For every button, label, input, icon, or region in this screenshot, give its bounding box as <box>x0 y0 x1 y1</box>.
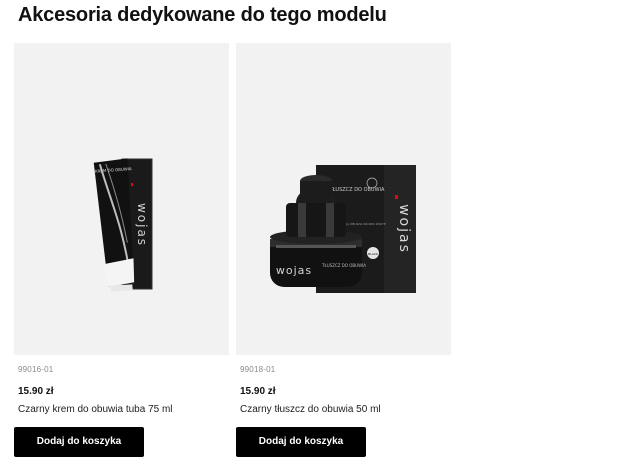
box-brand-logo: wojas <box>396 204 412 254</box>
section-title: Akcesoria dedykowane do tego modelu <box>18 4 387 26</box>
product-name[interactable]: Czarny tłuszcz do obuwia 50 ml <box>240 404 381 415</box>
product-image-link[interactable]: wojas KREM DO OBUWIA <box>14 43 229 355</box>
color-badge: BLACK <box>368 252 379 256</box>
product-image: wojas KREM DO OBUWIA <box>93 158 153 292</box>
product-price: 15.90 zł <box>18 386 54 397</box>
box-title: TŁUSZCZ DO OBUWIA <box>329 187 385 193</box>
product-sku: 99016-01 <box>18 365 54 374</box>
add-to-cart-button[interactable]: Dodaj do koszyka <box>236 427 366 457</box>
jar-label: TŁUSZCZ DO OBUWIA <box>321 263 366 268</box>
product-price: 15.90 zł <box>240 386 276 397</box>
product-sku: 99018-01 <box>240 365 276 374</box>
box-brand-logo: wojas <box>135 203 149 247</box>
product-name[interactable]: Czarny krem do obuwia tuba 75 ml <box>18 404 173 415</box>
add-to-cart-label: Dodaj do koszyka <box>36 436 122 447</box>
product-card-shoe-grease-jar: wojas TŁUSZCZ DO OBUWIA IMPREGNACJA OBUW… <box>236 43 451 457</box>
product-image: wojas TŁUSZCZ DO OBUWIA IMPREGNACJA OBUW… <box>270 165 416 293</box>
product-image-link[interactable]: wojas TŁUSZCZ DO OBUWIA IMPREGNACJA OBUW… <box>236 43 451 355</box>
jar-brand-logo: wojas <box>276 264 312 277</box>
add-to-cart-button[interactable]: Dodaj do koszyka <box>14 427 144 457</box>
product-card-shoe-cream-tube: wojas KREM DO OBUWIA 99016-01 15.90 zł C… <box>14 43 229 457</box>
add-to-cart-label: Dodaj do koszyka <box>258 436 344 447</box>
